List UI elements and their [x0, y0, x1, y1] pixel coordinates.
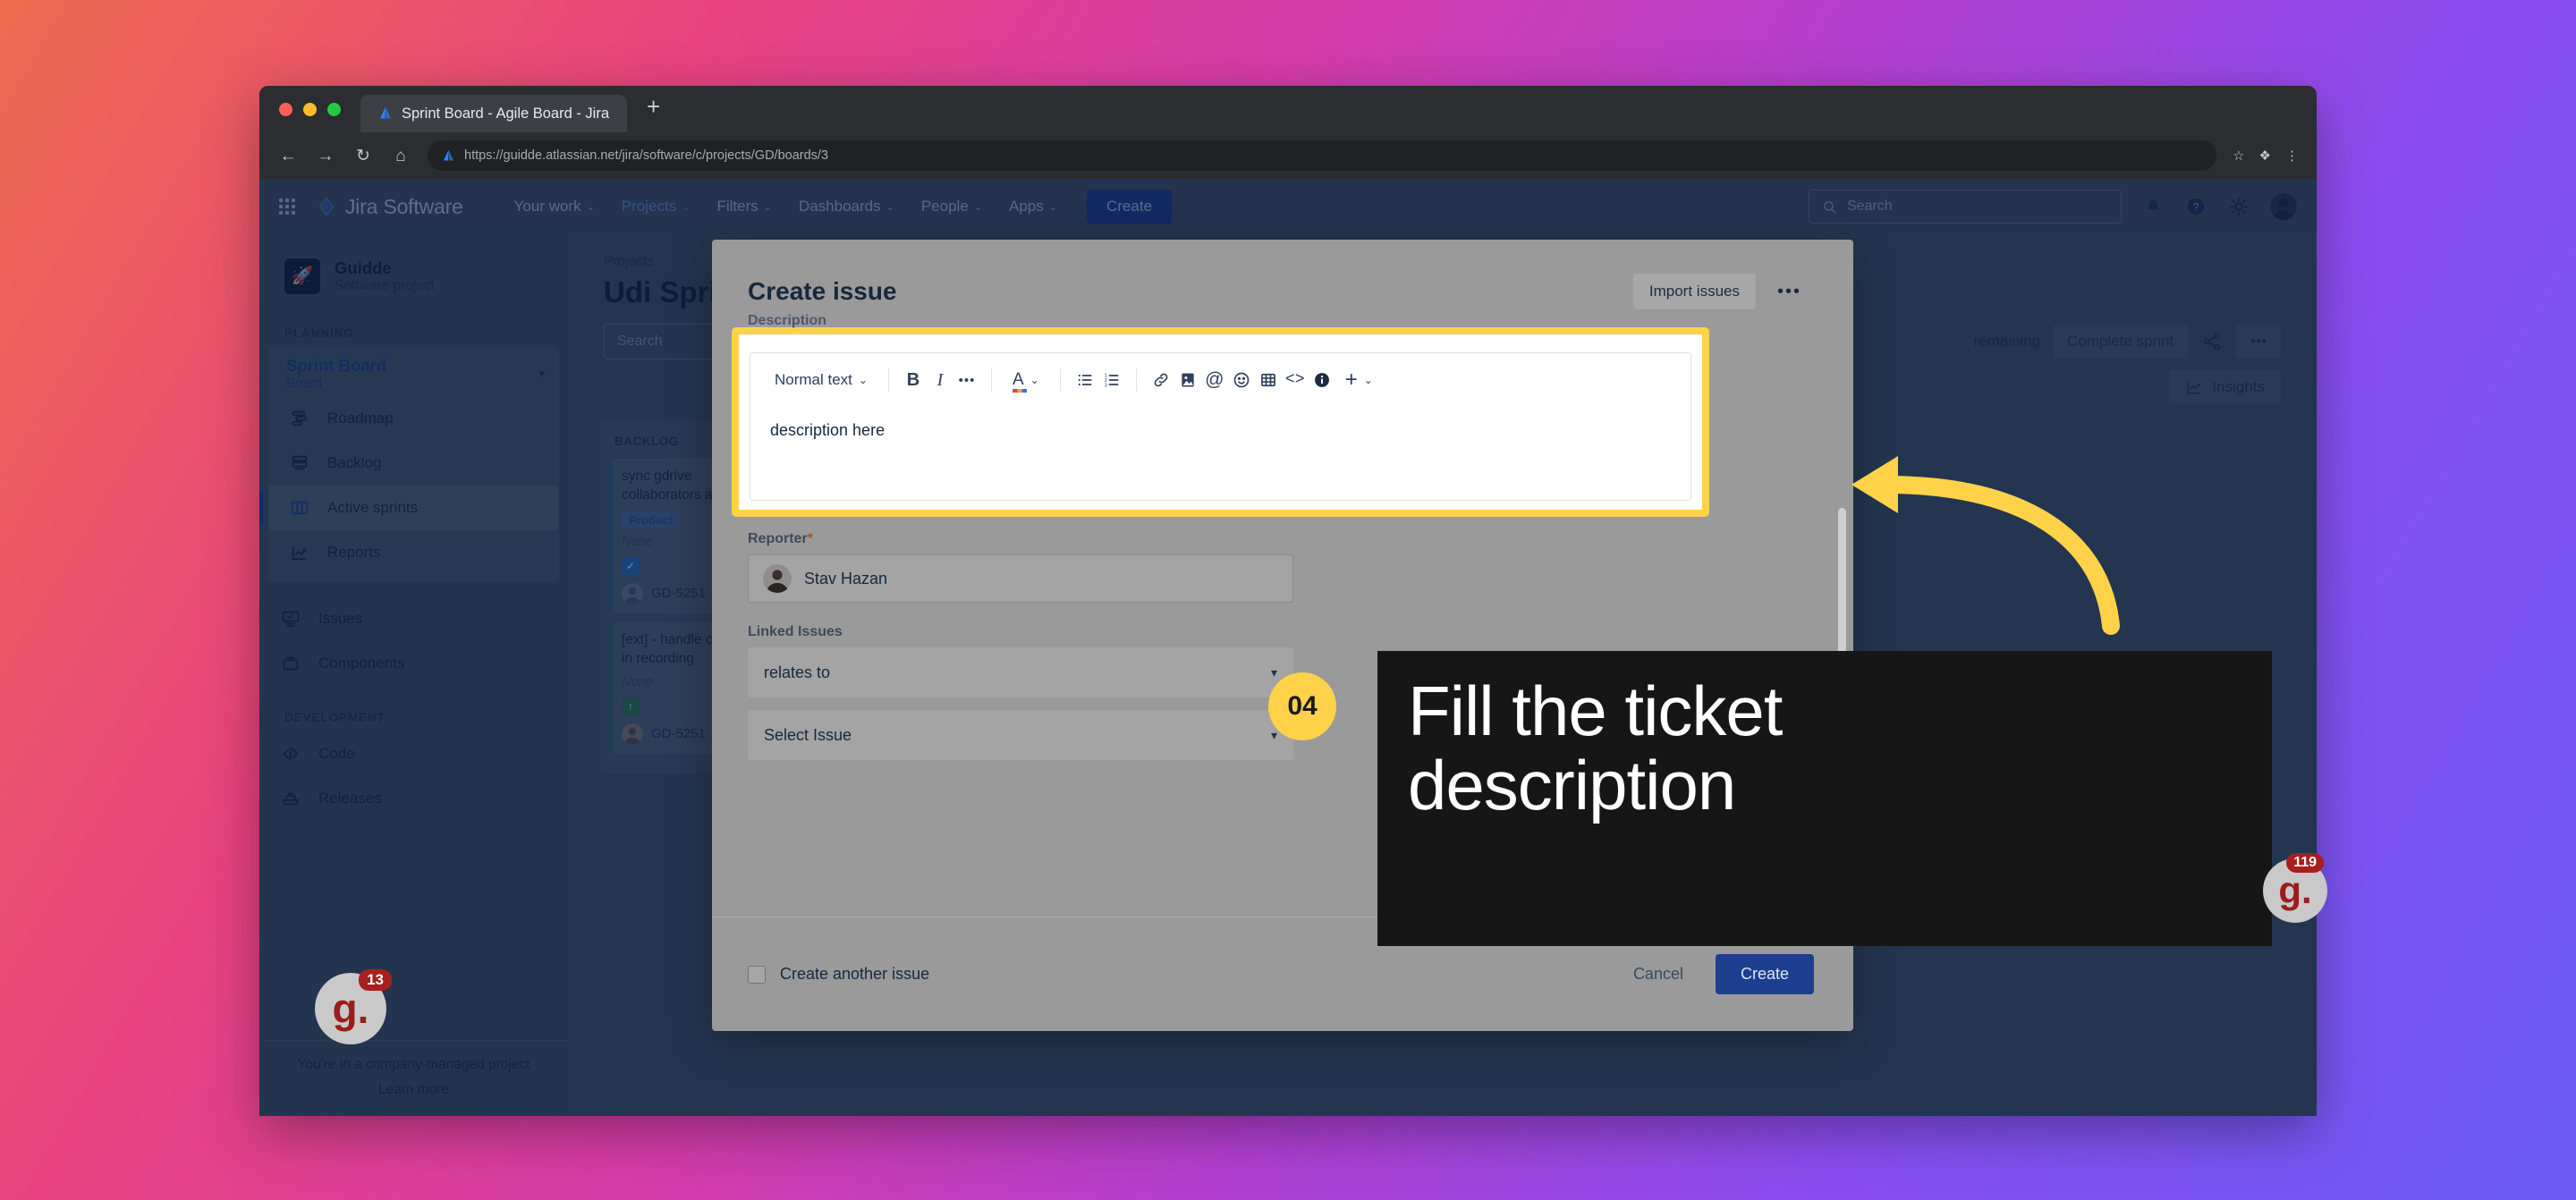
create-another-issue-label: Create another issue	[780, 965, 930, 983]
forward-icon[interactable]: →	[315, 148, 336, 165]
jira-site-icon	[443, 149, 454, 160]
address-bar[interactable]: https://guidde.atlassian.net/jira/softwa…	[428, 140, 2217, 171]
browser-toolbar: ← → ↻ ⌂ https://guidde.atlassian.net/jir…	[259, 132, 2317, 179]
browser-tab[interactable]: Sprint Board - Agile Board - Jira	[360, 95, 628, 132]
code-icon[interactable]: <>	[1284, 368, 1307, 392]
address-bar-url: https://guidde.atlassian.net/jira/softwa…	[464, 148, 829, 163]
guidde-logo: g.	[332, 985, 369, 1032]
description-editor[interactable]: Normal text ⌄ B I ••• A ⌄ 1 2 3 @ <> + ⌄…	[750, 352, 1691, 501]
chevron-down-icon: ⌄	[858, 374, 868, 386]
window-controls[interactable]	[279, 86, 360, 132]
minimize-window-button[interactable]	[303, 102, 317, 116]
reporter-value: Stav Hazan	[804, 569, 888, 587]
modal-footer-actions: Cancel Create	[1621, 954, 1814, 994]
text-style-label: Normal text	[775, 371, 852, 388]
link-type-select[interactable]: relates to ▾	[748, 647, 1293, 697]
linked-issues-label: Linked Issues	[748, 624, 843, 639]
color-swatch-icon	[1012, 389, 1027, 393]
description-label: Description	[748, 313, 827, 328]
bookmark-star-icon[interactable]: ☆	[2233, 148, 2244, 164]
home-icon[interactable]: ⌂	[390, 148, 411, 165]
required-asterisk: *	[807, 531, 813, 546]
modal-header: Create issue Import issues •••	[712, 240, 1853, 318]
table-icon[interactable]	[1257, 368, 1280, 392]
chevron-down-icon: ⌄	[1030, 374, 1039, 386]
editor-toolbar: Normal text ⌄ B I ••• A ⌄ 1 2 3 @ <> + ⌄	[750, 353, 1690, 407]
browser-tabstrip: Sprint Board - Agile Board - Jira +	[259, 86, 2317, 132]
create-another-issue-checkbox[interactable]	[748, 965, 766, 984]
description-field: Description Normal text ⌄ B I ••• A ⌄ 1 …	[739, 313, 1702, 510]
import-issues-button[interactable]: Import issues	[1632, 274, 1756, 309]
mention-icon[interactable]: @	[1203, 368, 1226, 392]
jira-favicon	[380, 106, 391, 119]
insert-more-button[interactable]: + ⌄	[1337, 364, 1381, 396]
chevron-down-icon: ▾	[1270, 727, 1277, 742]
more-formatting-icon[interactable]: •••	[955, 368, 979, 392]
annotation-step-badge: 04	[1268, 672, 1336, 740]
toolbar-divider	[1059, 368, 1061, 392]
toolbar-divider	[887, 368, 889, 392]
link-icon[interactable]	[1149, 368, 1173, 392]
plus-icon: +	[1344, 368, 1358, 392]
text-style-dropdown[interactable]: Normal text ⌄	[767, 366, 876, 394]
emoji-icon[interactable]	[1230, 368, 1253, 392]
guidde-badge-count: 13	[359, 969, 392, 991]
modal-more-button[interactable]: •••	[1765, 275, 1814, 309]
reporter-avatar	[763, 564, 792, 593]
bold-icon[interactable]: B	[902, 368, 925, 392]
description-field-highlight: Description Normal text ⌄ B I ••• A ⌄ 1 …	[732, 313, 1709, 517]
svg-text:3: 3	[1104, 384, 1106, 389]
bullet-list-icon[interactable]	[1073, 368, 1097, 392]
description-content[interactable]: description here	[750, 407, 1690, 454]
image-icon[interactable]	[1176, 368, 1199, 392]
create-button[interactable]: Create	[1715, 954, 1814, 994]
close-window-button[interactable]	[279, 102, 292, 116]
guidde-widget-left[interactable]: g. 13	[315, 969, 392, 1044]
browser-tab-title: Sprint Board - Agile Board - Jira	[402, 105, 610, 122]
reporter-label: Reporter*	[748, 531, 1814, 547]
maximize-window-button[interactable]	[327, 102, 341, 116]
annotation-caption-line2: description	[1408, 746, 1736, 825]
italic-icon[interactable]: I	[928, 368, 952, 392]
chevron-down-icon: ▾	[1270, 664, 1277, 680]
reporter-field[interactable]: Stav Hazan	[748, 554, 1293, 603]
annotation-caption: Fill the ticket description	[1377, 651, 2272, 946]
annotation-caption-line1: Fill the ticket	[1408, 672, 1783, 750]
toolbar-divider	[1135, 368, 1137, 392]
toolbar-divider	[990, 368, 992, 392]
text-color-button[interactable]: A ⌄	[1004, 365, 1047, 395]
browser-toolbar-right: ☆ ❖ ⋮	[2233, 148, 2299, 164]
link-issue-select[interactable]: Select Issue ▾	[748, 710, 1293, 760]
guidde-badge-count: 119	[2286, 853, 2324, 873]
numbered-list-icon[interactable]: 123	[1100, 368, 1123, 392]
new-tab-button[interactable]: +	[627, 95, 680, 123]
link-issue-placeholder: Select Issue	[764, 725, 852, 744]
info-panel-icon[interactable]	[1310, 368, 1334, 392]
link-type-value: relates to	[764, 663, 831, 681]
back-icon[interactable]: ←	[277, 148, 299, 165]
reload-icon[interactable]: ↻	[352, 148, 374, 165]
text-color-icon: A	[1012, 370, 1024, 389]
extensions-icon[interactable]: ❖	[2259, 148, 2271, 164]
modal-header-actions: Import issues •••	[1632, 274, 1814, 309]
chevron-down-icon: ⌄	[1363, 374, 1373, 386]
guidde-logo: g.	[2278, 869, 2312, 911]
guidde-widget-right[interactable]: g. 119	[2263, 853, 2327, 923]
reporter-label-text: Reporter	[748, 531, 808, 546]
modal-title: Create issue	[748, 277, 897, 305]
browser-menu-icon[interactable]: ⋮	[2285, 148, 2299, 164]
cancel-button[interactable]: Cancel	[1621, 956, 1696, 993]
